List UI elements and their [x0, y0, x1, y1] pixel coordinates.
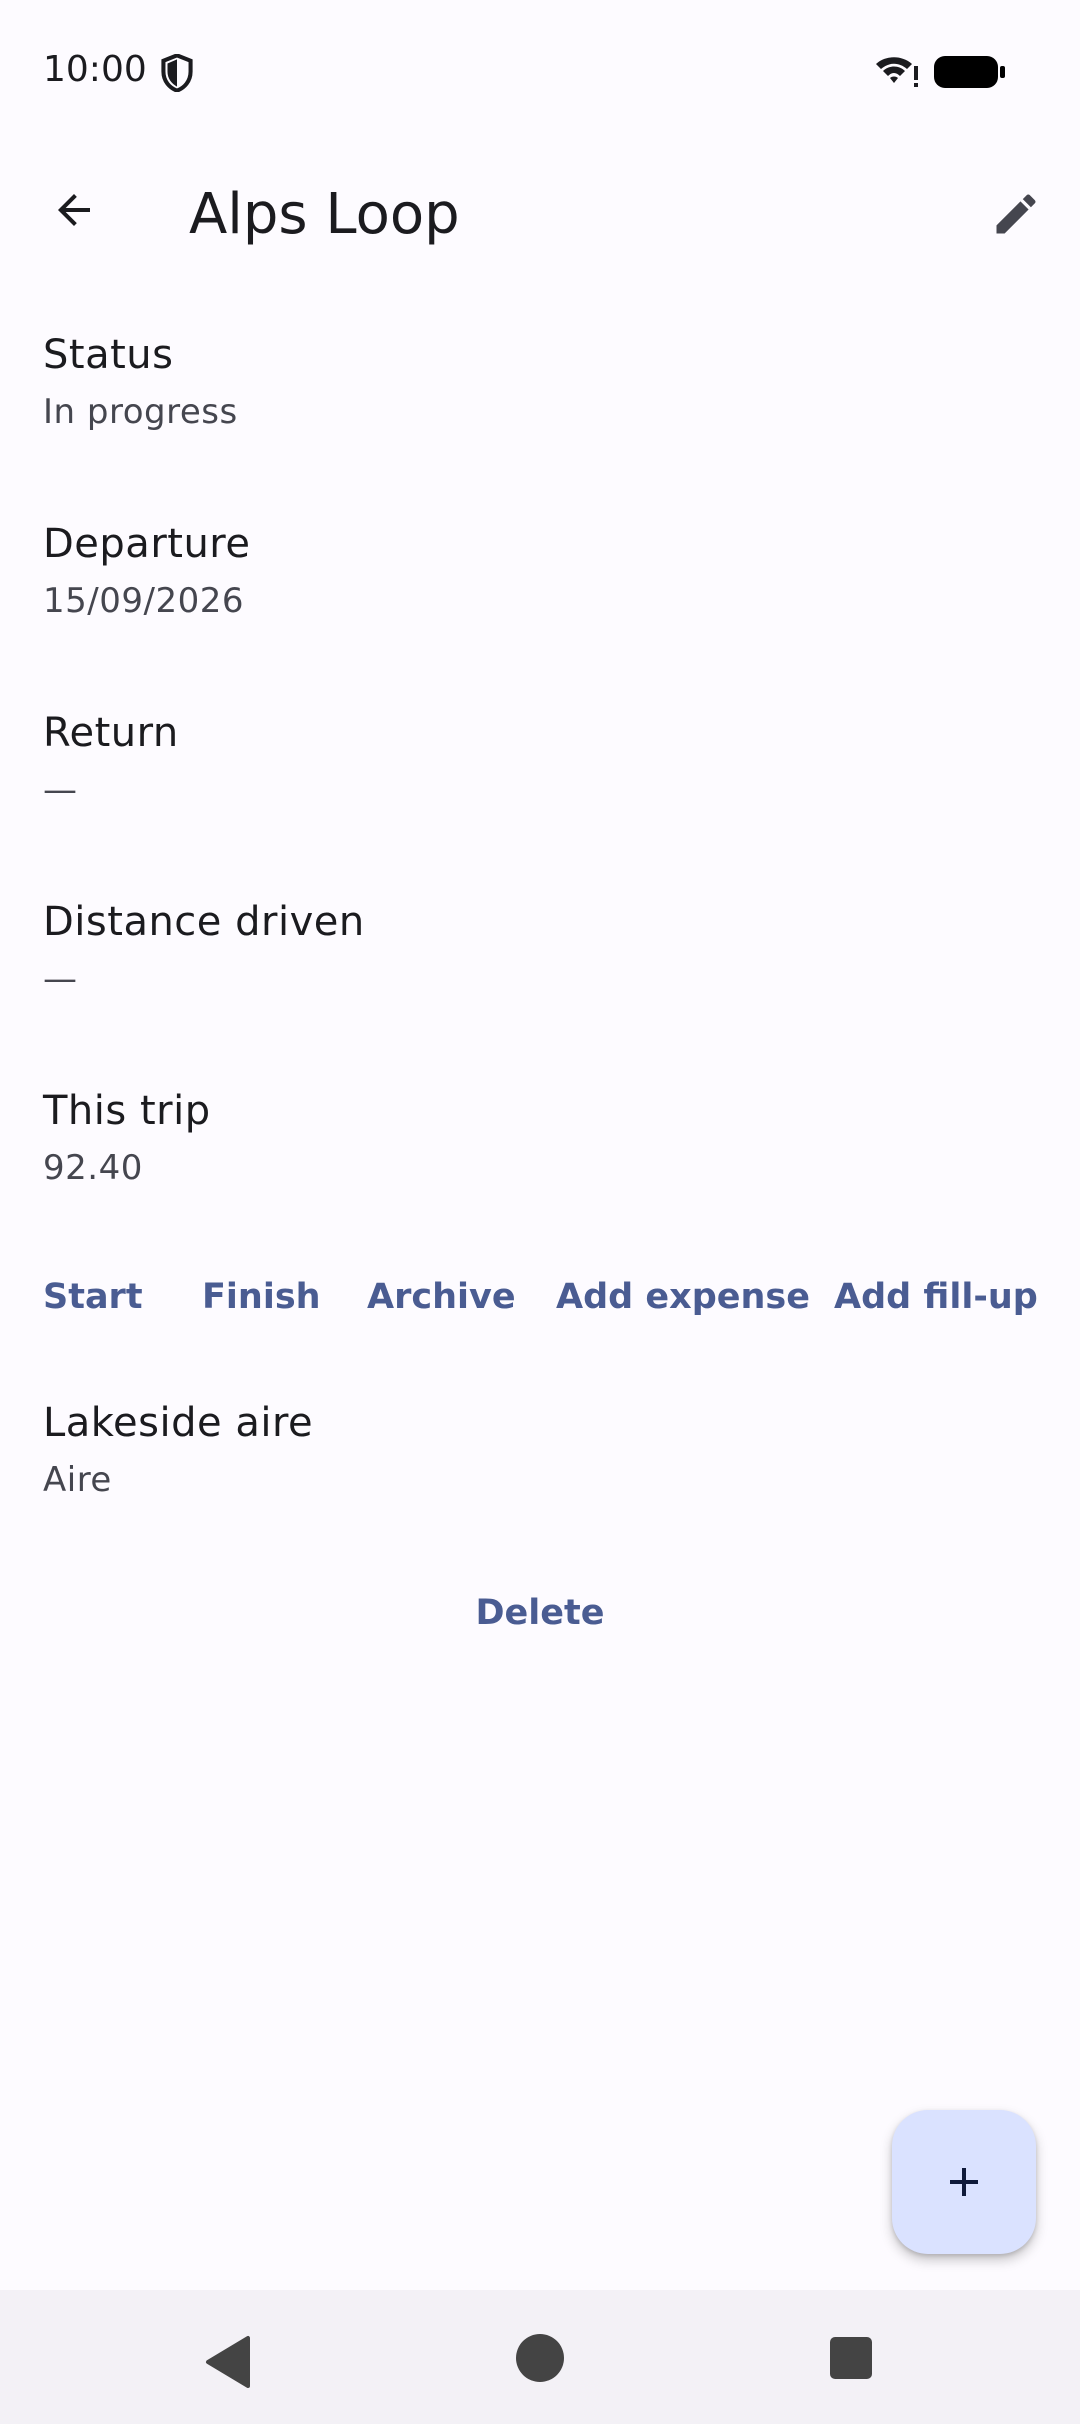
nav-home-icon[interactable]: [514, 2332, 566, 2384]
plus-icon: [950, 2168, 978, 2196]
status-time: 10:00: [43, 49, 147, 90]
stop-type: Aire: [43, 1460, 112, 1500]
list-item[interactable]: Lakeside aire Aire: [43, 1398, 1043, 1502]
wifi-icon: [876, 57, 918, 87]
back-button[interactable]: [30, 166, 118, 254]
pencil-icon: [996, 194, 1036, 234]
actions-row: Start Finish Archive Add expense Add fil…: [0, 1262, 1080, 1332]
field-departure: Departure 15/09/2026: [43, 519, 1043, 623]
field-value: 92.40: [43, 1148, 143, 1188]
add-fab-button[interactable]: [892, 2110, 1036, 2254]
field-status: Status In progress: [43, 330, 1043, 434]
field-label: Status: [43, 332, 174, 378]
add-fill-up-button[interactable]: Add fill-up: [834, 1262, 1038, 1332]
field-return: Return —: [43, 708, 1043, 812]
nav-back-icon[interactable]: [200, 2332, 260, 2392]
finish-button[interactable]: Finish: [202, 1262, 321, 1332]
field-label: Departure: [43, 521, 251, 567]
field-value: 15/09/2026: [43, 581, 244, 621]
start-button[interactable]: Start: [43, 1262, 143, 1332]
field-value: In progress: [43, 392, 238, 432]
status-bar: 10:00: [0, 0, 1080, 140]
field-this-trip: This trip 92.40: [43, 1086, 1043, 1190]
arrow-back-icon: [58, 194, 90, 226]
edit-button[interactable]: [972, 170, 1060, 258]
nav-recents-icon[interactable]: [828, 2335, 874, 2381]
app-bar: [0, 160, 1080, 270]
archive-button[interactable]: Archive: [367, 1262, 516, 1332]
stop-name: Lakeside aire: [43, 1400, 314, 1446]
add-expense-button[interactable]: Add expense: [556, 1262, 810, 1332]
page-title: Alps Loop: [189, 182, 460, 247]
field-distance-driven: Distance driven —: [43, 897, 1043, 1001]
battery-icon: [934, 56, 1005, 88]
field-value: —: [43, 770, 78, 810]
field-label: Distance driven: [43, 899, 365, 945]
field-label: This trip: [43, 1088, 211, 1134]
field-label: Return: [43, 710, 179, 756]
shield-icon: [161, 54, 193, 92]
field-value: —: [43, 959, 78, 999]
delete-button[interactable]: Delete: [440, 1578, 640, 1648]
